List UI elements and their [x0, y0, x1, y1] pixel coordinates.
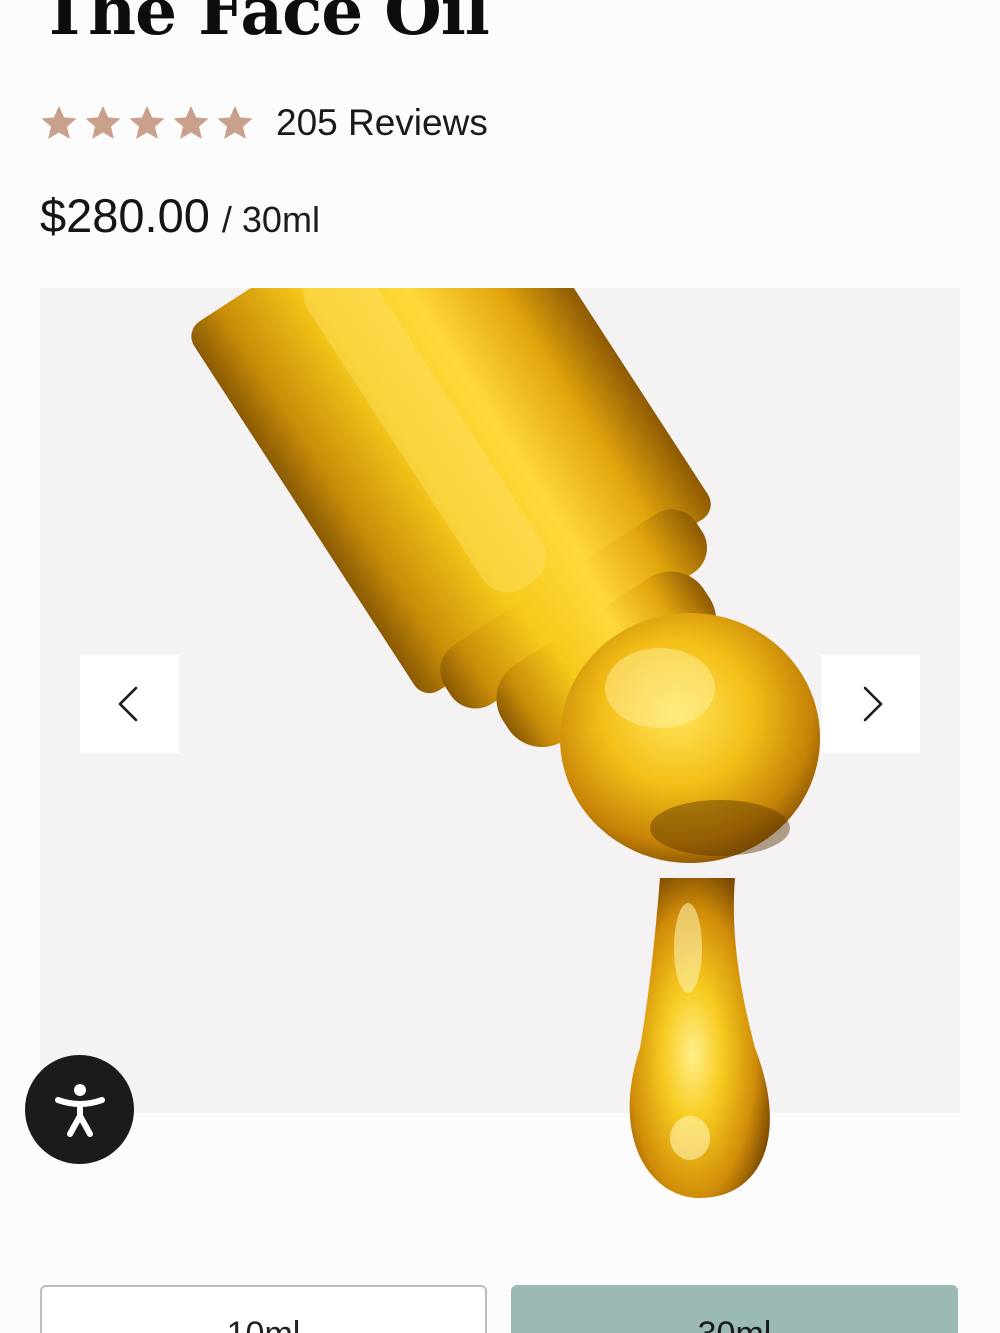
chevron-left-icon: [118, 686, 137, 722]
gallery-prev-button[interactable]: [80, 655, 179, 753]
size-option-30ml[interactable]: 30ml: [511, 1285, 958, 1333]
star-icon: [38, 102, 80, 144]
accessibility-button[interactable]: [25, 1055, 134, 1164]
product-price: $280.00: [40, 189, 210, 242]
product-unit: / 30ml: [221, 199, 320, 240]
size-option-10ml[interactable]: 10ml: [40, 1285, 487, 1333]
accessibility-person-icon: [54, 1083, 105, 1137]
star-icon: [126, 102, 168, 144]
star-icon: [214, 102, 256, 144]
star-icon: [170, 102, 212, 144]
product-title: The Face Oil: [40, 0, 490, 50]
gallery-next-button[interactable]: [821, 655, 920, 753]
chevron-right-icon: [863, 686, 882, 722]
size-selector: 10ml 30ml: [40, 1285, 958, 1333]
price-row: $280.00 / 30ml: [40, 188, 320, 243]
star-rating: [38, 102, 256, 144]
star-icon: [82, 102, 124, 144]
product-page: The Face Oil 205 Reviews $280.00 / 30ml: [0, 0, 1000, 1333]
rating-row[interactable]: 205 Reviews: [38, 98, 488, 148]
reviews-link[interactable]: 205 Reviews: [276, 102, 488, 144]
